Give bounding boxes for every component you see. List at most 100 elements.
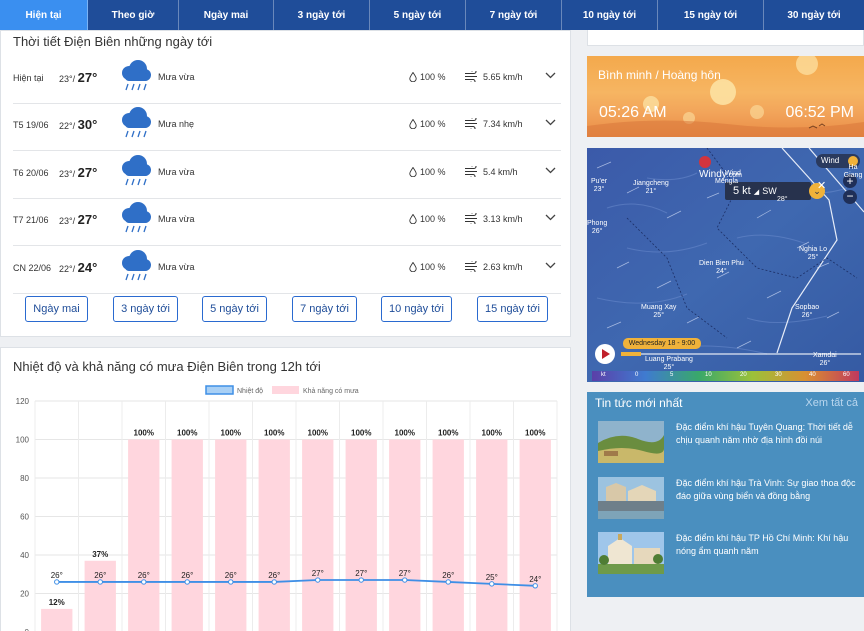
map-place-temp: 23° [593, 186, 605, 193]
rain-probability-label: 100% [221, 429, 241, 438]
btn-ngay-mai[interactable]: Ngày mai [25, 296, 88, 322]
wind-value: 2.63 km/h [483, 262, 523, 272]
sunset-time: 06:52 PM [785, 104, 854, 121]
rain-probability-bar [258, 439, 290, 631]
temp-low: 23°/ [59, 74, 76, 84]
forecast-wind: 5.65 km/h [465, 68, 523, 85]
scale-unit: kt [601, 372, 606, 378]
tab-hien-tai[interactable]: Hiện tại [0, 0, 88, 30]
forecast-temperature: 23°/ 27° [59, 165, 97, 180]
news-item-title: Đặc điểm khí hậu Tuyên Quang: Thời tiết … [676, 422, 853, 445]
temp-high: 27° [77, 165, 98, 180]
forecast-row[interactable]: Hiện tại 23°/ 27° Mưa vừa 100 % 5.65 km/h [13, 57, 561, 104]
forecast-day: CN 22/06 [13, 263, 52, 273]
humidity-value: 100 % [420, 72, 446, 82]
forecast-day: T7 21/06 [13, 215, 49, 225]
forecast-humidity: 100 % [409, 166, 446, 178]
tab-3-ngay[interactable]: 3 ngày tới [274, 0, 370, 30]
forecast-temperature: 22°/ 30° [59, 117, 97, 132]
btn-15-ngay[interactable]: 15 ngày tới [477, 296, 548, 322]
temp-low: 22°/ [59, 121, 76, 131]
windy-map[interactable]: Windy.com Wind + − 5 kt ◢ SW ⌄ ✕ Pu'er 23… [587, 148, 864, 382]
temperature-label: 26° [138, 571, 150, 580]
rain-probability-bar [432, 439, 464, 631]
rain-probability-label: 12% [49, 598, 65, 607]
scale-tick: 60 [843, 372, 850, 378]
btn-3-ngay[interactable]: 3 ngày tới [113, 296, 178, 322]
forecast-condition: Mưa vừa [158, 167, 195, 177]
map-place-name: 28° [777, 196, 788, 203]
map-place-temp: 26° [801, 312, 813, 319]
temperature-point [489, 581, 495, 587]
map-place-label: Luang Prabang 25° [645, 356, 693, 372]
close-icon[interactable]: ✕ [817, 180, 829, 192]
btn-5-ngay[interactable]: 5 ngày tới [202, 296, 267, 322]
temperature-label: 26° [225, 571, 237, 580]
y-tick-label: 40 [20, 551, 29, 560]
chevron-down-icon[interactable] [545, 262, 556, 269]
news-item[interactable]: Đặc điểm khí hậu Tuyên Quang: Thời tiết … [596, 421, 858, 467]
temperature-point [358, 577, 364, 583]
tab-ngay-mai[interactable]: Ngày mai [179, 0, 274, 30]
forecast-row[interactable]: T5 19/06 22°/ 30° Mưa nhẹ 100 % 7.34 km/h [13, 104, 561, 151]
temp-low: 23°/ [59, 169, 76, 179]
forecast-condition: Mưa vừa [158, 262, 195, 272]
btn-7-ngay[interactable]: 7 ngày tới [292, 296, 357, 322]
forecast-row[interactable]: T6 20/06 23°/ 27° Mưa vừa 100 % 5.4 km/h [13, 152, 561, 199]
map-place-temp: 26° [819, 360, 831, 367]
news-item[interactable]: Đặc điểm khí hậu TP Hồ Chí Minh: Khí hậu… [596, 532, 858, 578]
play-icon [602, 349, 610, 359]
chevron-down-icon[interactable] [545, 214, 556, 221]
temperature-point [271, 579, 277, 585]
scale-tick: 5 [670, 372, 674, 378]
map-place-temp: 25° [653, 312, 664, 319]
map-place-name: Jiangcheng [633, 180, 669, 187]
news-title: Tin tức mới nhất [595, 396, 683, 410]
rain-probability-bar [128, 439, 160, 631]
forecast-day: Hiện tại [13, 73, 44, 83]
see-all-link[interactable]: Xem tất cả [805, 397, 858, 409]
humidity-value: 100 % [420, 214, 446, 224]
map-place-label: Dien Bien Phu 24° [699, 260, 744, 276]
temp-high: 27° [77, 70, 98, 85]
timeline-track[interactable] [621, 353, 861, 355]
btn-10-ngay[interactable]: 10 ngày tới [381, 296, 452, 322]
rain-probability-label: 100% [308, 429, 328, 438]
wind-value: 7.34 km/h [483, 119, 523, 129]
temperature-label: 26° [94, 571, 106, 580]
chevron-down-icon[interactable] [545, 167, 556, 174]
temperature-point [54, 579, 60, 585]
tab-5-ngay[interactable]: 5 ngày tới [370, 0, 466, 30]
timeline-label: Wednesday 18 - 9:00 [623, 338, 701, 349]
forecast-row[interactable]: CN 22/06 22°/ 24° Mưa vừa 100 % 2.63 km/h [13, 247, 561, 294]
play-button[interactable] [595, 344, 615, 364]
map-place-label: Nghia Lo 25° [799, 246, 827, 262]
rain-cloud-icon [122, 60, 151, 91]
wind-icon [465, 258, 477, 275]
chevron-down-icon[interactable] [545, 119, 556, 126]
news-item[interactable]: Đặc điểm khí hậu Trà Vinh: Sự giao thoa … [596, 477, 858, 523]
y-tick-label: 100 [16, 436, 30, 445]
forecast-wind: 2.63 km/h [465, 258, 523, 275]
map-place-label: Pu'er 23° [591, 178, 607, 194]
rain-probability-label: 100% [482, 429, 502, 438]
wind-value: 3.13 km/h [483, 214, 523, 224]
map-place-name: Nghia Lo [799, 246, 828, 253]
temperature-label: 27° [355, 569, 367, 578]
humidity-drop-icon [409, 166, 417, 178]
rain-probability-label: 37% [92, 550, 108, 559]
tab-10-ngay[interactable]: 10 ngày tới [562, 0, 658, 30]
map-place-name: Pu'er [591, 178, 608, 185]
tab-theo-gio[interactable]: Theo giờ [88, 0, 179, 30]
zoom-out-button[interactable]: − [843, 190, 857, 204]
chevron-down-icon[interactable] [545, 72, 556, 79]
tab-30-ngay[interactable]: 30 ngày tới [764, 0, 864, 30]
temperature-label: 26° [442, 571, 454, 580]
rain-probability-bar [476, 439, 508, 631]
tab-7-ngay[interactable]: 7 ngày tới [466, 0, 562, 30]
forecast-card: Thời tiết Điện Biên những ngày tới Hiện … [0, 30, 571, 337]
forecast-temperature: 22°/ 24° [59, 260, 97, 275]
hourly-chart-card: Nhiệt độ và khả năng có mưa Điện Biên tr… [0, 347, 571, 631]
forecast-row[interactable]: T7 21/06 23°/ 27° Mưa vừa 100 % 3.13 km/h [13, 199, 561, 246]
tab-15-ngay[interactable]: 15 ngày tới [658, 0, 764, 30]
